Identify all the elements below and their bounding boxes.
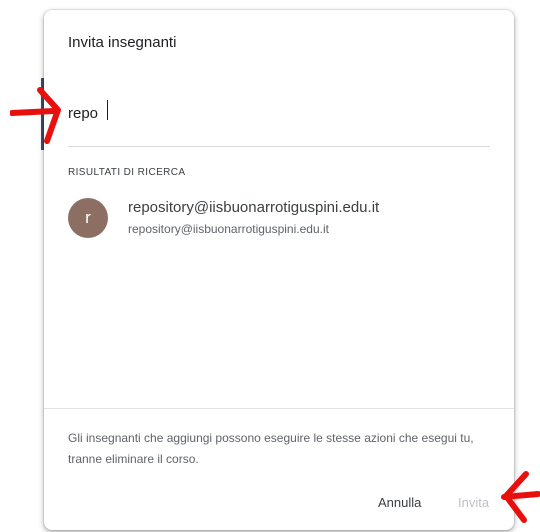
result-email: repository@iisbuonarrotiguspini.edu.it [128,222,329,236]
red-arrow-annotation-icon [10,87,61,144]
invite-button[interactable]: Invita [458,490,489,514]
footer-divider [44,408,514,409]
text-caret [107,100,108,120]
cancel-button[interactable]: Annulla [378,490,421,514]
invite-teachers-dialog: Invita insegnanti RISULTATI DI RICERCA r… [44,10,514,530]
search-input[interactable] [68,98,488,128]
result-name: repository@iisbuonarrotiguspini.edu.it [128,199,380,216]
info-text: Gli insegnanti che aggiungi possono eseg… [68,431,474,466]
dialog-title: Invita insegnanti [68,34,177,51]
red-arrow-annotation-icon [501,471,540,523]
search-result-item[interactable]: r repository@iisbuonarrotiguspini.edu.it… [68,198,490,242]
search-underline [68,146,490,147]
results-header: RISULTATI DI RICERCA [68,167,186,178]
avatar: r [68,198,108,238]
